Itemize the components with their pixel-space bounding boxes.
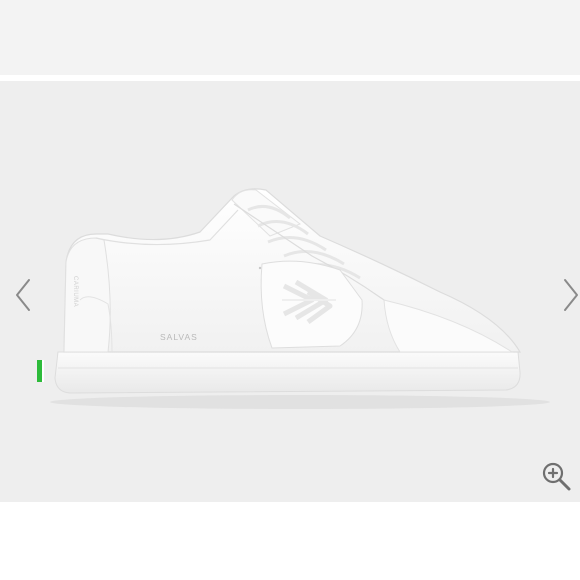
zoom-in-icon bbox=[542, 462, 571, 491]
side-brand-label: SALVAS bbox=[160, 332, 198, 342]
previous-image-button[interactable] bbox=[12, 275, 34, 315]
top-bar bbox=[0, 0, 580, 75]
heel-brand-label: CARIUMA bbox=[72, 276, 78, 307]
chevron-left-icon bbox=[16, 279, 30, 311]
product-image-gallery[interactable]: SALVAS CARIUMA bbox=[0, 81, 580, 502]
bottom-area bbox=[0, 502, 580, 580]
zoom-button[interactable] bbox=[538, 458, 574, 494]
product-image-sneaker: SALVAS CARIUMA bbox=[37, 188, 550, 409]
chevron-right-icon bbox=[564, 279, 578, 311]
next-image-button[interactable] bbox=[560, 275, 580, 315]
